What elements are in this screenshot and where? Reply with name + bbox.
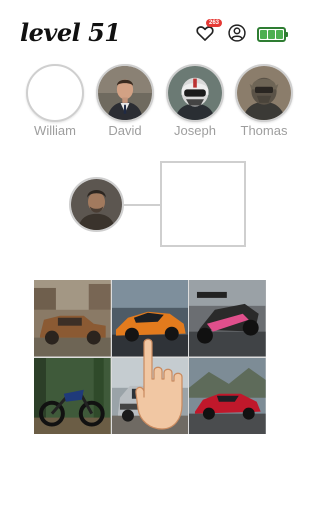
connector-line bbox=[123, 204, 161, 206]
profile-icon[interactable] bbox=[227, 23, 247, 43]
player-name: Joseph bbox=[174, 123, 216, 138]
tile-formula-race-car[interactable] bbox=[189, 280, 266, 357]
tile-rusty-old-car[interactable] bbox=[34, 280, 111, 357]
avatar-empty bbox=[26, 64, 84, 122]
hearts-count-badge: 263 bbox=[206, 19, 223, 27]
tile-dirt-bike[interactable] bbox=[34, 357, 111, 434]
battery-icon bbox=[257, 27, 288, 42]
tile-red-sports-car[interactable] bbox=[189, 357, 266, 434]
player-joseph[interactable]: Joseph bbox=[166, 64, 224, 138]
question-avatar bbox=[69, 177, 124, 232]
player-name: William bbox=[34, 123, 76, 138]
player-name: David bbox=[108, 123, 142, 138]
rugged-old-man-image bbox=[71, 179, 122, 230]
player-william[interactable]: William bbox=[26, 64, 84, 138]
player-david[interactable]: David bbox=[96, 64, 154, 138]
avatar-man-in-suit bbox=[96, 64, 154, 122]
image-grid bbox=[34, 280, 266, 434]
tile-silver-pickup-truck[interactable] bbox=[111, 357, 189, 434]
answer-slot[interactable] bbox=[160, 161, 246, 247]
level-title: level 51 bbox=[20, 18, 121, 47]
avatar-racing-helmet bbox=[166, 64, 224, 122]
player-name: Thomas bbox=[240, 123, 288, 138]
player-thomas[interactable]: Thomas bbox=[235, 64, 293, 138]
avatar-motocross-rider bbox=[235, 64, 293, 122]
tile-orange-supercar[interactable] bbox=[111, 280, 189, 357]
